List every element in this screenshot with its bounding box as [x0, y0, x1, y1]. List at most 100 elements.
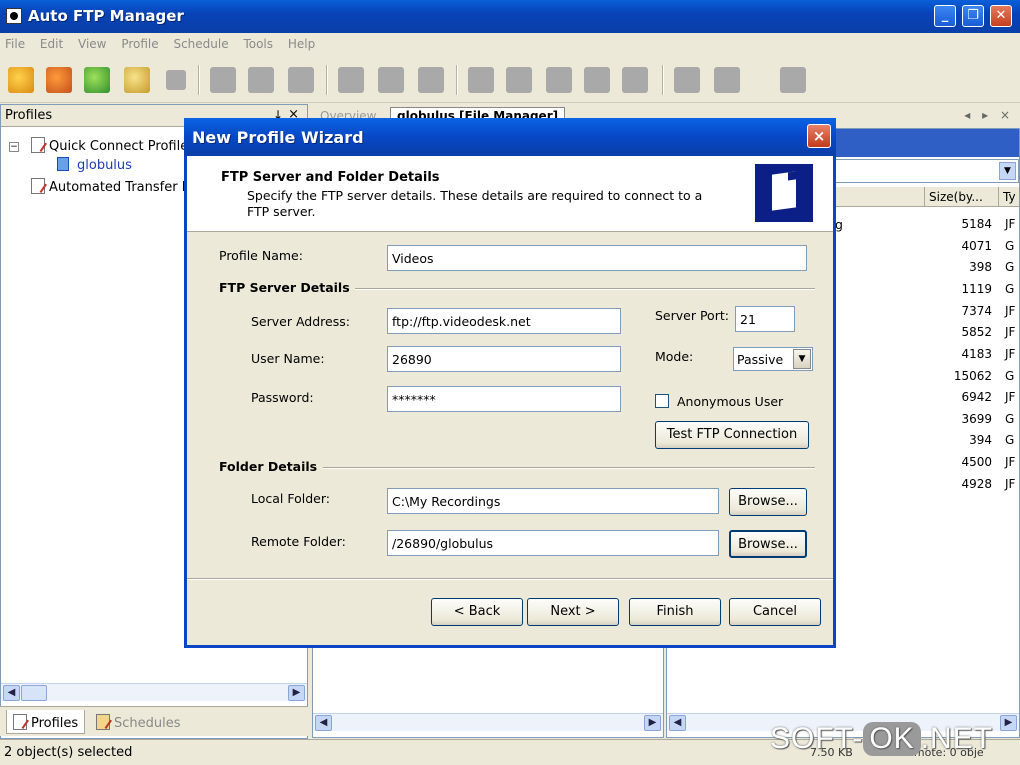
menu-profile[interactable]: Profile [116, 33, 164, 51]
profile-note-icon [31, 137, 45, 153]
menu-tools[interactable]: Tools [238, 33, 279, 51]
mode-select[interactable]: Passive ▼ [733, 347, 813, 371]
tab-schedules[interactable]: Schedules [90, 710, 187, 734]
server-port-field[interactable]: 21 [735, 306, 795, 332]
menu-schedule[interactable]: Schedule [168, 33, 234, 51]
download-icon[interactable] [378, 67, 404, 93]
forward-arrow-icon[interactable] [248, 67, 274, 93]
back-arrow-icon[interactable] [210, 67, 236, 93]
scroll-right-icon[interactable]: ▶ [1000, 715, 1017, 731]
file-size: 1119 [961, 282, 992, 296]
user-name-field[interactable]: 26890 [387, 346, 621, 372]
folder-details-group: Folder Details [219, 459, 318, 474]
local-folder-label: Local Folder: [251, 491, 330, 506]
file-size: 7374 [961, 304, 992, 318]
toolbar [0, 57, 1020, 103]
new-profile-wizard-dialog: New Profile Wizard × FTP Server and Fold… [184, 118, 836, 648]
dialog-title: New Profile Wizard [192, 128, 364, 147]
scroll-right-icon[interactable]: ▶ [644, 715, 661, 731]
dialog-title-bar: New Profile Wizard × [184, 118, 836, 156]
remote-folder-field[interactable]: /26890/globulus [387, 530, 719, 556]
minimize-button[interactable]: _ [934, 5, 956, 27]
file-type: JF [1005, 477, 1016, 491]
tree-item-automated-transfer[interactable]: Automated Transfer P [31, 178, 190, 195]
group-divider [355, 288, 815, 290]
scroll-left-icon[interactable]: ◀ [315, 715, 332, 731]
menu-edit[interactable]: Edit [35, 33, 69, 51]
folder-icon[interactable] [288, 67, 314, 93]
sync-icon[interactable] [674, 67, 700, 93]
maximize-button[interactable]: ❐ [962, 5, 984, 27]
wizard-header: FTP Server and Folder Details Specify th… [187, 156, 833, 232]
test-ftp-connection-button[interactable]: Test FTP Connection [655, 421, 809, 449]
menu-view[interactable]: View [73, 33, 112, 51]
file-size: 4071 [961, 239, 992, 253]
stop-icon[interactable] [166, 70, 186, 90]
file-type: G [1005, 412, 1015, 426]
dialog-close-button[interactable]: × [807, 124, 831, 148]
local-folder-field[interactable]: C:\My Recordings [387, 488, 719, 514]
server-address-field[interactable]: ftp://ftp.videodesk.net [387, 308, 621, 334]
profiles-panel-title: Profiles [5, 108, 53, 123]
redo-icon[interactable] [622, 67, 648, 93]
dropdown-arrow-icon[interactable]: ▼ [999, 162, 1016, 180]
delete-icon[interactable] [418, 67, 444, 93]
back-button[interactable]: < Back [431, 598, 523, 626]
tree-item-globulus[interactable]: globulus [57, 157, 132, 173]
dropdown-arrow-icon[interactable]: ▼ [793, 349, 811, 369]
tab-navigation[interactable]: ◂ ▸ × [964, 108, 1014, 122]
close-button[interactable]: ✕ [990, 5, 1012, 27]
view-icon[interactable] [714, 67, 740, 93]
file-type: JF [1005, 304, 1016, 318]
file-type: G [1005, 433, 1015, 447]
wizard-description: Specify the FTP server details. These de… [247, 188, 703, 219]
app-icon [6, 8, 22, 24]
new-profile-icon[interactable] [8, 67, 34, 93]
menu-file[interactable]: File [0, 33, 31, 51]
file-type: JF [1005, 455, 1016, 469]
column-type[interactable]: Ty [999, 187, 1019, 207]
local-horizontal-scrollbar[interactable]: ◀ ▶ [313, 713, 663, 731]
layout-icon[interactable] [780, 67, 806, 93]
browse-local-button[interactable]: Browse... [729, 488, 807, 516]
panel-tabs: Profiles Schedules [0, 706, 308, 736]
tab-profiles[interactable]: Profiles [6, 710, 86, 734]
profiles-horizontal-scrollbar[interactable]: ◀ ▶ [1, 683, 307, 701]
next-button[interactable]: Next > [527, 598, 619, 626]
properties-icon[interactable] [124, 67, 150, 93]
file-size: 15062 [953, 369, 992, 383]
column-size[interactable]: Size(by... [925, 187, 999, 207]
cancel-all-icon[interactable] [584, 67, 610, 93]
tree-item-quick-connect[interactable]: Quick Connect Profile [31, 137, 188, 154]
profile-name-field[interactable]: Videos [387, 245, 807, 271]
file-type: JF [1005, 390, 1016, 404]
wizard-heading: FTP Server and Folder Details [221, 170, 440, 185]
password-field[interactable]: ******* [387, 386, 621, 412]
file-size: 4928 [961, 477, 992, 491]
connect-icon[interactable] [46, 67, 72, 93]
file-type: G [1005, 282, 1015, 296]
status-selection: 2 object(s) selected [4, 745, 133, 760]
menu-help[interactable]: Help [283, 33, 321, 51]
upload-icon[interactable] [338, 67, 364, 93]
transfer-up-icon[interactable] [468, 67, 494, 93]
anonymous-user-checkbox[interactable] [655, 394, 669, 408]
file-type: JF [1005, 347, 1016, 361]
tree-expander-icon[interactable]: − [9, 142, 19, 152]
file-size: 4500 [961, 455, 992, 469]
browse-remote-button[interactable]: Browse... [729, 530, 807, 558]
scroll-thumb[interactable] [21, 685, 47, 701]
file-name-partial: g [835, 217, 843, 232]
finish-button[interactable]: Finish [629, 598, 721, 626]
file-type: JF [1005, 217, 1016, 231]
transfer-down-icon[interactable] [506, 67, 532, 93]
profile-note-icon [13, 714, 27, 730]
file-type: G [1005, 239, 1015, 253]
cancel-button[interactable]: Cancel [729, 598, 821, 626]
scroll-right-icon[interactable]: ▶ [288, 685, 305, 701]
refresh-profile-icon[interactable] [84, 67, 110, 93]
cancel-transfer-icon[interactable] [546, 67, 572, 93]
scroll-left-icon[interactable]: ◀ [669, 715, 686, 731]
password-label: Password: [251, 390, 314, 405]
scroll-left-icon[interactable]: ◀ [3, 685, 20, 701]
